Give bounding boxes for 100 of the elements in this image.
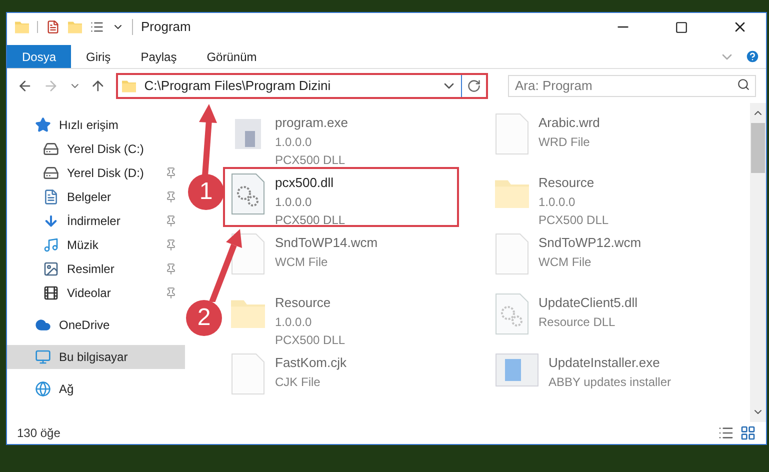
- gears-file-icon: [494, 293, 528, 335]
- refresh-icon[interactable]: [466, 79, 481, 93]
- pin-icon: [165, 215, 177, 227]
- large-icons-view-icon[interactable]: [740, 425, 756, 441]
- maximize-icon[interactable]: [675, 20, 688, 34]
- sidebar-label: Resimler: [67, 261, 116, 278]
- file-detail: WRD File: [538, 134, 591, 150]
- file-name: SndToWP12.wcm: [538, 234, 642, 252]
- sidebar-item[interactable]: Yerel Disk (C:): [7, 137, 185, 161]
- sidebar-item[interactable]: Hızlı erişim: [7, 113, 185, 137]
- sidebar-label: İndirmeler: [67, 213, 122, 230]
- file-detail: WCM File: [538, 254, 592, 270]
- sidebar-label: Videolar: [67, 285, 112, 302]
- properties-icon[interactable]: [46, 20, 60, 34]
- installer-icon: [494, 353, 538, 387]
- item-count: 130 öğe: [17, 425, 62, 442]
- scrollbar[interactable]: [750, 103, 766, 422]
- folder-icon: [68, 20, 82, 34]
- sidebar-label: Müzik: [67, 237, 100, 254]
- file-name: UpdateInstaller.exe: [548, 354, 661, 372]
- file-item[interactable]: UpdateClient5.dll Resource DLL: [486, 287, 722, 347]
- sidebar-item[interactable]: Bu bilgisayar: [7, 345, 185, 369]
- file-item[interactable]: SndToWP12.wcm WCM File: [486, 227, 722, 287]
- file-name: SndToWP14.wcm: [275, 234, 378, 252]
- sidebar-item[interactable]: Resimler: [7, 257, 185, 281]
- file-item[interactable]: UpdateInstaller.exe ABBY updates installer: [486, 347, 722, 407]
- sidebar-item[interactable]: OneDrive: [7, 313, 185, 337]
- file-name: program.exe: [275, 114, 348, 132]
- sidebar-item[interactable]: Ağ: [7, 377, 185, 401]
- ribbon-tab[interactable]: Görünüm: [192, 45, 272, 68]
- address-path: C:\Program Files\Program Dizini: [144, 77, 332, 96]
- file-name: Arabic.wrd: [538, 114, 600, 132]
- file-name: Resource: [275, 294, 332, 312]
- sidebar-item[interactable]: Yerel Disk (D:): [7, 161, 185, 185]
- sidebar-label: Ağ: [59, 381, 75, 398]
- sidebar-label: Hızlı erişim: [59, 117, 120, 134]
- file-detail: PCX500 DLL: [538, 212, 609, 228]
- file-item[interactable]: Resource 1.0.0.0 PCX500 DLL: [486, 167, 722, 227]
- network-icon: [35, 381, 51, 397]
- ribbon-tab[interactable]: Dosya: [7, 45, 72, 68]
- sidebar-label: Yerel Disk (D:): [67, 165, 145, 182]
- file-item[interactable]: pcx500.dll 1.0.0.0 PCX500 DLL: [223, 167, 459, 227]
- file-item[interactable]: program.exe 1.0.0.0 PCX500 DLL: [223, 107, 459, 167]
- star-icon: [35, 117, 51, 133]
- pin-icon: [165, 263, 177, 275]
- annotation-arrow: [198, 104, 218, 176]
- sidebar-item[interactable]: Müzik: [7, 233, 185, 257]
- file-item[interactable]: Resource 1.0.0.0 PCX500 DLL: [223, 287, 459, 347]
- sidebar-item[interactable]: İndirmeler: [7, 209, 185, 233]
- view-icon[interactable]: [90, 20, 104, 34]
- scroll-thumb[interactable]: [751, 123, 765, 173]
- file-detail: 1.0.0.0: [538, 194, 576, 210]
- file-detail: Resource DLL: [538, 314, 616, 330]
- folder-icon: [122, 79, 136, 93]
- file-detail: WCM File: [275, 254, 329, 270]
- pin-icon: [165, 191, 177, 203]
- sidebar-label: Belgeler: [67, 189, 112, 206]
- pin-icon: [165, 167, 177, 179]
- file-item[interactable]: SndToWP14.wcm WCM File: [223, 227, 459, 287]
- details-view-icon[interactable]: [718, 425, 734, 441]
- sidebar-item[interactable]: Videolar: [7, 281, 185, 305]
- sidebar-item[interactable]: Belgeler: [7, 185, 185, 209]
- pin-icon: [165, 239, 177, 251]
- search-icon: [736, 78, 750, 91]
- drive-icon: [43, 141, 59, 157]
- file-name: pcx500.dll: [275, 174, 335, 192]
- drive-icon: [43, 165, 59, 181]
- blank-file-icon: [494, 113, 528, 155]
- film-icon: [43, 285, 59, 301]
- file-detail: PCX500 DLL: [275, 212, 346, 228]
- file-name: Resource: [538, 174, 596, 192]
- help-icon[interactable]: [745, 49, 760, 64]
- file-detail: PCX500 DLL: [275, 152, 346, 168]
- file-detail: 1.0.0.0: [275, 134, 313, 150]
- blank-file-icon: [494, 233, 528, 275]
- folder-icon: [15, 20, 29, 34]
- file-name: FastKom.cjk: [275, 354, 347, 372]
- sidebar-label: Bu bilgisayar: [59, 349, 129, 366]
- address-bar[interactable]: C:\Program Files\Program Dizini: [116, 73, 488, 99]
- music-note-icon: [43, 237, 59, 253]
- file-detail: PCX500 DLL: [275, 332, 346, 348]
- blank-file-icon: [231, 353, 265, 395]
- back-icon[interactable]: [17, 78, 33, 94]
- window-title: Program: [141, 18, 192, 36]
- ribbon-tab[interactable]: Paylaş: [126, 45, 192, 68]
- file-detail: 1.0.0.0: [275, 194, 313, 210]
- cloud-icon: [35, 317, 51, 333]
- blank-file-icon: [231, 233, 265, 275]
- file-detail: ABBY updates installer: [548, 374, 672, 390]
- monitor-icon: [35, 349, 51, 365]
- file-name: UpdateClient5.dll: [538, 294, 638, 312]
- sidebar-label: OneDrive: [59, 317, 111, 334]
- search-field[interactable]: Ara: Program: [508, 74, 756, 96]
- pin-icon: [165, 287, 177, 299]
- file-item[interactable]: Arabic.wrd WRD File: [486, 107, 722, 167]
- file-item[interactable]: FastKom.cjk CJK File: [223, 347, 459, 407]
- picture-icon: [43, 261, 59, 277]
- gears-file-icon: [231, 173, 265, 215]
- file-detail: CJK File: [275, 374, 322, 390]
- ribbon-tab[interactable]: Giriş: [71, 45, 126, 68]
